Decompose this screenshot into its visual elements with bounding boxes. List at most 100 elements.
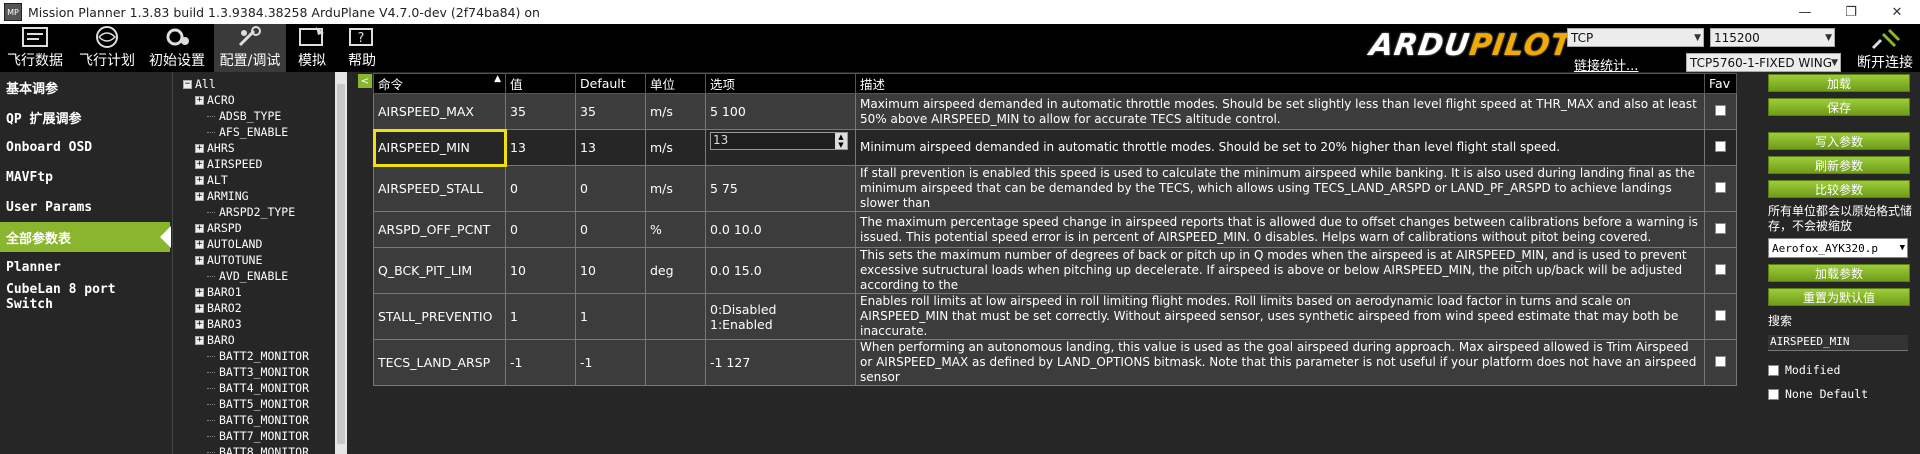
checkbox-box[interactable] <box>1768 364 1779 376</box>
param-value-cell[interactable]: -1 <box>505 339 576 386</box>
parameter-row[interactable]: ARSPD_OFF_PCNT 0 0% 0.0 10.0 The maximum per… <box>373 211 1737 248</box>
sidebar-item-onboard-osd[interactable]: Onboard OSD <box>0 132 170 162</box>
param-command-cell[interactable]: AIRSPEED_MIN <box>372 128 507 167</box>
checkbox-box[interactable] <box>1768 388 1779 400</box>
expand-icon[interactable]: + <box>195 239 204 249</box>
param-favorite-cell[interactable] <box>1704 93 1737 130</box>
tree-item[interactable]: AVD_ENABLE <box>173 268 347 284</box>
tree-item[interactable]: + AUTOTUNE <box>173 252 347 268</box>
sidebar-item-full-parameter-list[interactable]: 全部参数表 <box>0 222 171 252</box>
tree-item[interactable]: + BARO3 <box>173 316 347 332</box>
help-button[interactable]: ? 帮助 <box>340 24 384 72</box>
link-stats-link[interactable]: 链接统计... <box>1574 55 1638 74</box>
tree-item[interactable]: + BARO <box>173 332 347 348</box>
reset-default-button[interactable]: 重置为默认值 <box>1768 288 1910 306</box>
expand-icon[interactable]: + <box>195 143 204 153</box>
tree-item[interactable]: BATT4_MONITOR <box>173 380 347 396</box>
refresh-params-button[interactable]: 刷新参数 <box>1768 156 1910 174</box>
param-command-cell[interactable]: AIRSPEED_MAX <box>373 93 506 130</box>
tree-item[interactable]: + ARSPD <box>173 220 347 236</box>
param-favorite-cell[interactable] <box>1704 247 1737 294</box>
param-value-cell[interactable]: 0 <box>505 165 576 212</box>
parameter-row[interactable]: STALL_PREVENTIO 1 1 0:Disabled 1:Enabled Enab… <box>373 293 1737 340</box>
param-value-cell[interactable]: 13 <box>505 129 576 166</box>
param-favorite-cell[interactable] <box>1704 129 1737 166</box>
parameter-tree[interactable]: − All + ACRO ADSB_TYPE AFS_ENABLE + AHRS + AIRSPE… <box>172 72 347 454</box>
sidebar-item-qp-extended-tuning[interactable]: QP 扩展调参 <box>0 102 170 132</box>
column-header-default[interactable]: Default <box>575 73 646 94</box>
param-value-cell[interactable]: 1 <box>505 293 576 340</box>
tree-item[interactable]: + ACRO <box>173 92 347 108</box>
port-select[interactable]: TCP5760-1-FIXED WING ▼ <box>1686 53 1841 72</box>
maximize-button[interactable]: ❐ <box>1828 0 1874 24</box>
param-command-cell[interactable]: TECS_LAND_ARSP <box>373 339 506 386</box>
write-params-button[interactable]: 写入参数 <box>1768 132 1910 150</box>
sidebar-item-planner[interactable]: Planner <box>0 252 170 282</box>
search-input[interactable]: AIRSPEED_MIN <box>1768 335 1908 351</box>
expand-icon[interactable]: + <box>195 319 204 329</box>
connection-type-select[interactable]: TCP ▼ <box>1567 28 1704 47</box>
param-command-cell[interactable]: STALL_PREVENTIO <box>373 293 506 340</box>
param-command-cell[interactable]: Q_BCK_PIT_LIM <box>373 247 506 294</box>
expand-icon[interactable]: + <box>195 191 204 201</box>
tree-item[interactable]: + AUTOLAND <box>173 236 347 252</box>
save-button[interactable]: 保存 <box>1768 98 1910 116</box>
close-button[interactable]: ✕ <box>1874 0 1920 24</box>
tree-item[interactable]: ARSPD2_TYPE <box>173 204 347 220</box>
favorite-checkbox[interactable] <box>1715 105 1726 116</box>
param-value-cell[interactable]: 0 <box>505 211 576 248</box>
modified-checkbox[interactable]: Modified <box>1768 363 1920 377</box>
config-tuning-button[interactable]: 配置/调试 <box>214 24 286 72</box>
favorite-checkbox[interactable] <box>1715 141 1726 152</box>
param-favorite-cell[interactable] <box>1704 339 1737 386</box>
column-header-unit[interactable]: 单位 <box>645 73 706 94</box>
tree-item[interactable]: BATT8_MONITOR <box>173 444 347 454</box>
expand-icon[interactable]: + <box>195 303 204 313</box>
column-header-command[interactable]: 命令 ▲ <box>373 73 506 94</box>
param-command-cell[interactable]: ARSPD_OFF_PCNT <box>373 211 506 248</box>
sidebar-item-mavftp[interactable]: MAVFtp <box>0 162 170 192</box>
column-header-favorite[interactable]: Fav <box>1704 73 1737 94</box>
tree-item[interactable]: − All <box>173 76 347 92</box>
param-value-cell[interactable]: 35 <box>505 93 576 130</box>
load-params-button[interactable]: 加载参数 <box>1768 264 1910 282</box>
param-favorite-cell[interactable] <box>1704 211 1737 248</box>
tree-item[interactable]: BATT5_MONITOR <box>173 396 347 412</box>
tree-item[interactable]: BATT2_MONITOR <box>173 348 347 364</box>
tree-item[interactable]: AFS_ENABLE <box>173 124 347 140</box>
tree-item[interactable]: BATT7_MONITOR <box>173 428 347 444</box>
expand-icon[interactable]: + <box>195 287 204 297</box>
load-button[interactable]: 加载 <box>1768 74 1910 92</box>
disconnect-button[interactable]: 断开连接 <box>1850 28 1920 72</box>
tree-item[interactable]: + BARO2 <box>173 300 347 316</box>
parameter-row[interactable]: AIRSPEED_MAX 35 35 m/s 5 100 Maximum airspeed… <box>373 93 1737 130</box>
expand-icon[interactable]: + <box>195 255 204 265</box>
tree-item[interactable]: + BARO1 <box>173 284 347 300</box>
expand-icon[interactable]: + <box>195 175 204 185</box>
tree-item[interactable]: BATT3_MONITOR <box>173 364 347 380</box>
expand-icon[interactable]: + <box>195 335 204 345</box>
collapse-tree-button[interactable]: < <box>358 74 372 88</box>
parameter-row[interactable]: AIRSPEED_STALL 0 0 m/s 5 75 If stall preventi… <box>373 165 1737 212</box>
compare-params-button[interactable]: 比较参数 <box>1768 180 1910 198</box>
spinner-arrows-icon[interactable]: ▲ ▼ <box>835 133 847 149</box>
param-value-cell[interactable]: 10 <box>505 247 576 294</box>
baud-rate-select[interactable]: 115200 ▼ <box>1710 28 1835 47</box>
collapse-icon[interactable]: − <box>183 79 192 89</box>
value-spin-input[interactable]: 13 ▲ ▼ <box>710 132 848 150</box>
sidebar-item-user-params[interactable]: User Params <box>0 192 170 222</box>
expand-icon[interactable]: + <box>195 223 204 233</box>
flight-data-button[interactable]: 飞行数据 <box>2 24 68 72</box>
tree-item[interactable]: + ARMING <box>173 188 347 204</box>
column-header-options[interactable]: 选项 <box>705 73 856 94</box>
parameter-row[interactable]: TECS_LAND_ARSP -1 -1 -1 127 When performing … <box>373 339 1737 386</box>
sidebar-item-cubelan-switch[interactable]: CubeLan 8 port Switch <box>0 282 170 312</box>
tree-item[interactable]: + AIRSPEED <box>173 156 347 172</box>
parameter-row[interactable]: Q_BCK_PIT_LIM 10 10 deg 0.0 15.0 This sets th… <box>373 247 1737 294</box>
tree-item[interactable]: ADSB_TYPE <box>173 108 347 124</box>
favorite-checkbox[interactable] <box>1715 223 1726 234</box>
tree-scrollbar[interactable] <box>335 72 347 454</box>
column-header-description[interactable]: 描述 <box>855 73 1705 94</box>
param-file-select[interactable]: Aerofox_AYK320.p ▼ <box>1768 238 1908 258</box>
tree-item[interactable]: BATT6_MONITOR <box>173 412 347 428</box>
